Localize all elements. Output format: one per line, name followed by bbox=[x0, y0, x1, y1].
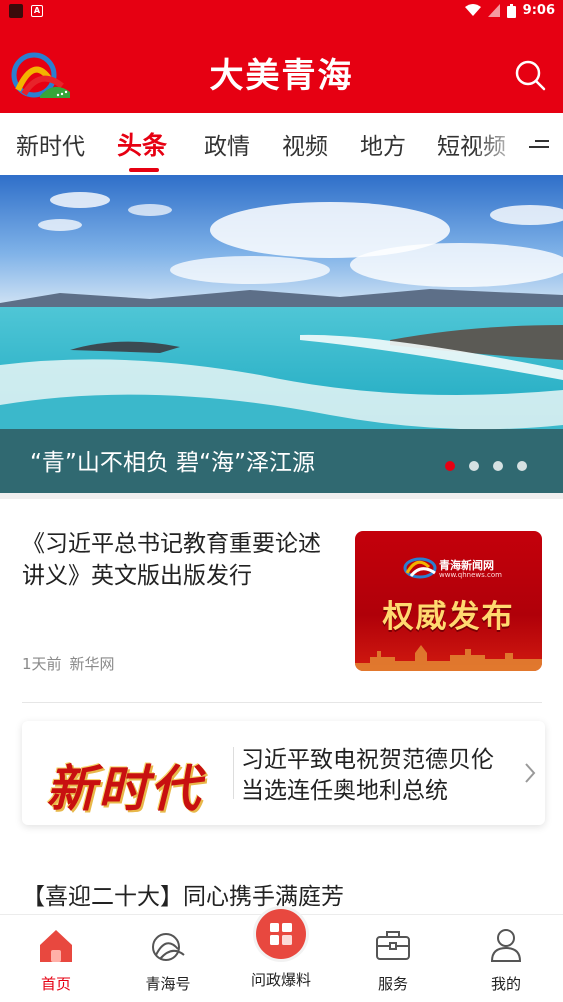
news-time: 1天前 bbox=[22, 655, 62, 673]
nav-home-label: 首页 bbox=[40, 975, 71, 993]
notification-a-icon: A bbox=[31, 5, 43, 17]
active-tab-indicator bbox=[129, 168, 159, 172]
new-era-logo-text: 新时代 bbox=[46, 759, 202, 818]
briefcase-icon bbox=[376, 931, 410, 960]
carousel-indicator bbox=[445, 461, 527, 471]
carousel-dot[interactable] bbox=[445, 461, 455, 471]
channel-menu-icon[interactable] bbox=[527, 135, 551, 153]
qhnews-logo-icon bbox=[403, 557, 437, 579]
nav-services[interactable]: 服务 bbox=[337, 915, 449, 1002]
section-separator bbox=[0, 493, 563, 499]
tab-video[interactable]: 视频 bbox=[282, 127, 328, 161]
qinghai-account-icon bbox=[152, 933, 185, 961]
headline-carousel[interactable]: “青”山不相负 碧“海”泽江源 bbox=[0, 175, 563, 493]
new-era-card[interactable]: 新时代 习近平致电祝贺范德贝伦当选连任奥地利总统 bbox=[22, 721, 545, 825]
new-era-logo: 新时代 bbox=[32, 739, 222, 818]
news-title[interactable]: 《习近平总书记教育重要论述讲义》英文版出版发行 bbox=[22, 528, 332, 592]
carousel-dot[interactable] bbox=[469, 461, 479, 471]
carousel-dot[interactable] bbox=[517, 461, 527, 471]
carousel-dot[interactable] bbox=[493, 461, 503, 471]
chevron-right-icon[interactable] bbox=[523, 761, 537, 785]
tab-new-era[interactable]: 新时代 bbox=[16, 127, 85, 161]
battery-icon bbox=[506, 3, 516, 18]
nav-qinghai-account-label: 青海号 bbox=[145, 975, 191, 993]
tab-headlines[interactable]: 头条 bbox=[117, 126, 167, 162]
news-thumbnail[interactable]: 青海新闻网 www.qhnews.com 权威发布 bbox=[355, 531, 542, 671]
app-screen: A 9:06 大美青海 新时代 头条 政情 视频 地方 短视频 “青”山不相负 … bbox=[0, 0, 563, 1002]
news-source: 新华网 bbox=[69, 655, 115, 673]
nav-qinghai-account[interactable]: 青海号 bbox=[112, 915, 224, 1002]
channel-tabs: 新时代 头条 政情 视频 地方 短视频 bbox=[0, 113, 563, 175]
news-title[interactable]: 【喜迎二十大】同心携手满庭芳 bbox=[22, 877, 344, 911]
thumbnail-headline: 权威发布 bbox=[382, 599, 515, 635]
nav-mine-label: 我的 bbox=[490, 975, 521, 993]
status-time: 9:06 bbox=[522, 3, 555, 18]
user-icon bbox=[490, 929, 522, 962]
new-era-title[interactable]: 习近平致电祝贺范德贝伦当选连任奥地利总统 bbox=[241, 745, 511, 807]
list-divider bbox=[22, 702, 542, 703]
report-button-label: 问政爆料 bbox=[250, 971, 311, 989]
nav-mine[interactable]: 我的 bbox=[450, 915, 562, 1002]
search-icon[interactable] bbox=[513, 58, 547, 92]
report-icon bbox=[270, 923, 292, 945]
nav-home[interactable]: 首页 bbox=[0, 915, 112, 1002]
app-header: 大美青海 bbox=[0, 24, 563, 113]
home-icon bbox=[40, 930, 72, 962]
app-title: 大美青海 bbox=[209, 56, 354, 96]
notification-app-icon bbox=[9, 4, 23, 18]
signal-icon bbox=[487, 4, 500, 17]
skyline-decoration bbox=[355, 645, 542, 671]
news-meta: 1天前 新华网 bbox=[22, 653, 123, 674]
thumbnail-url: www.qhnews.com bbox=[439, 571, 502, 579]
tab-politics[interactable]: 政情 bbox=[204, 127, 250, 161]
report-button[interactable] bbox=[253, 906, 309, 962]
wifi-icon bbox=[464, 4, 481, 16]
card-separator bbox=[233, 747, 234, 799]
nav-services-label: 服务 bbox=[377, 975, 408, 993]
status-bar: A 9:06 bbox=[0, 0, 563, 24]
banner-caption: “青”山不相负 碧“海”泽江源 bbox=[30, 450, 315, 476]
tab-local[interactable]: 地方 bbox=[360, 127, 406, 161]
